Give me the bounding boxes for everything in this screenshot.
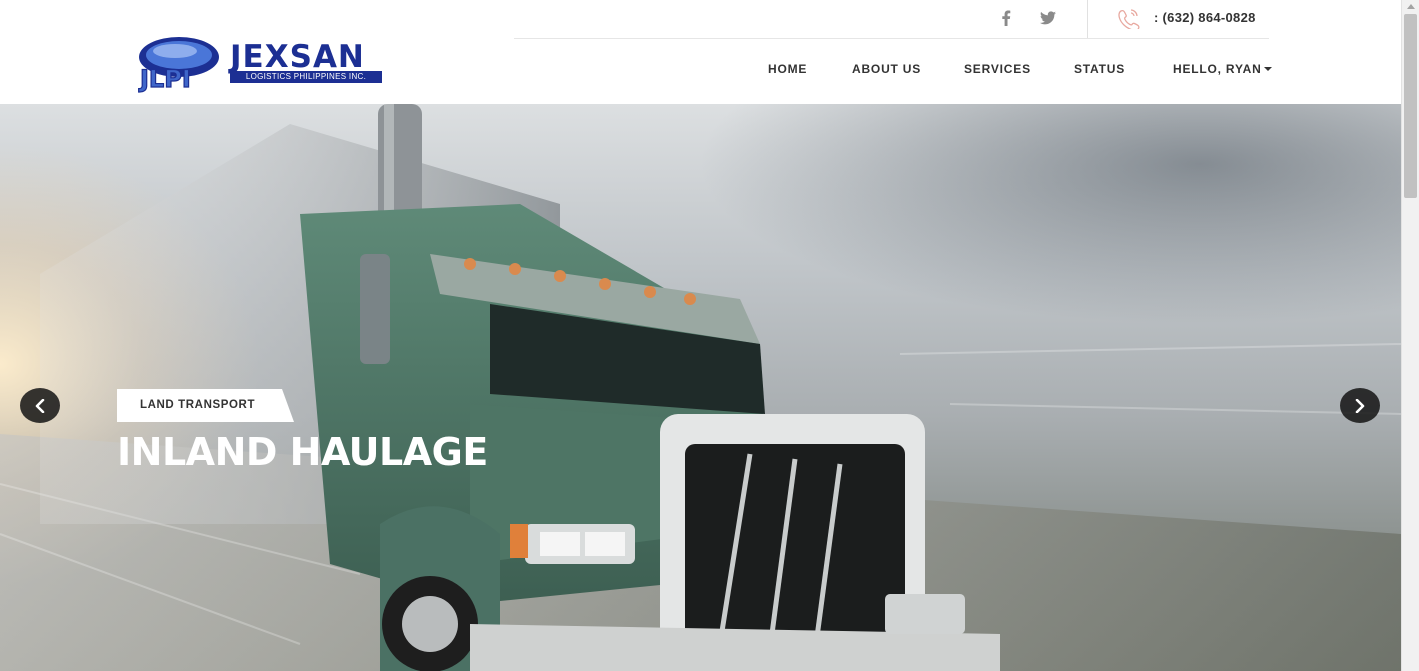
chevron-right-icon [1355,398,1365,413]
slide-category-badge: LAND TRANSPORT [117,389,294,422]
twitter-icon [1040,11,1056,25]
chevron-left-icon [35,398,45,413]
nav-services[interactable]: SERVICES [964,62,1031,80]
nav-status[interactable]: STATUS [1074,62,1125,80]
slide-category: LAND TRANSPORT [140,399,256,411]
scroll-up-arrow-icon[interactable] [1407,4,1415,9]
slider-prev-button[interactable] [20,388,60,423]
scrollbar-thumb[interactable] [1404,14,1417,198]
user-menu-label: HELLO, RYAN [1173,62,1262,76]
slider-next-button[interactable] [1340,388,1380,423]
facebook-icon [1002,10,1011,26]
site-logo[interactable]: JLPI JEXSAN LOGISTICS PHILIPPINES INC. [137,35,383,93]
hero-truck-image [0,104,1401,671]
caret-down-icon [1263,67,1272,71]
phone-icon [1118,9,1140,29]
jlpi-logo-mark: JLPI [137,37,219,93]
brand-tagline: LOGISTICS PHILIPPINES INC. [230,71,382,83]
nav-about-us[interactable]: ABOUT US [852,62,921,80]
nav-home[interactable]: HOME [768,62,807,80]
phone-number[interactable]: : (632) 864-0828 [1154,10,1256,25]
user-menu[interactable]: HELLO, RYAN [1173,62,1272,80]
svg-text:JLPI: JLPI [138,65,191,93]
site-header: JLPI JEXSAN LOGISTICS PHILIPPINES INC. :… [0,0,1401,104]
page-scrollbar[interactable] [1401,0,1419,671]
brand-name: JEXSAN [230,39,365,75]
hero-slider: LAND TRANSPORT INLAND HAULAGE [0,104,1401,671]
facebook-link[interactable] [996,8,1016,28]
twitter-link[interactable] [1038,8,1058,28]
slide-headline: INLAND HAULAGE [117,430,488,474]
header-divider [514,38,1269,39]
topbar-divider [1087,0,1088,38]
